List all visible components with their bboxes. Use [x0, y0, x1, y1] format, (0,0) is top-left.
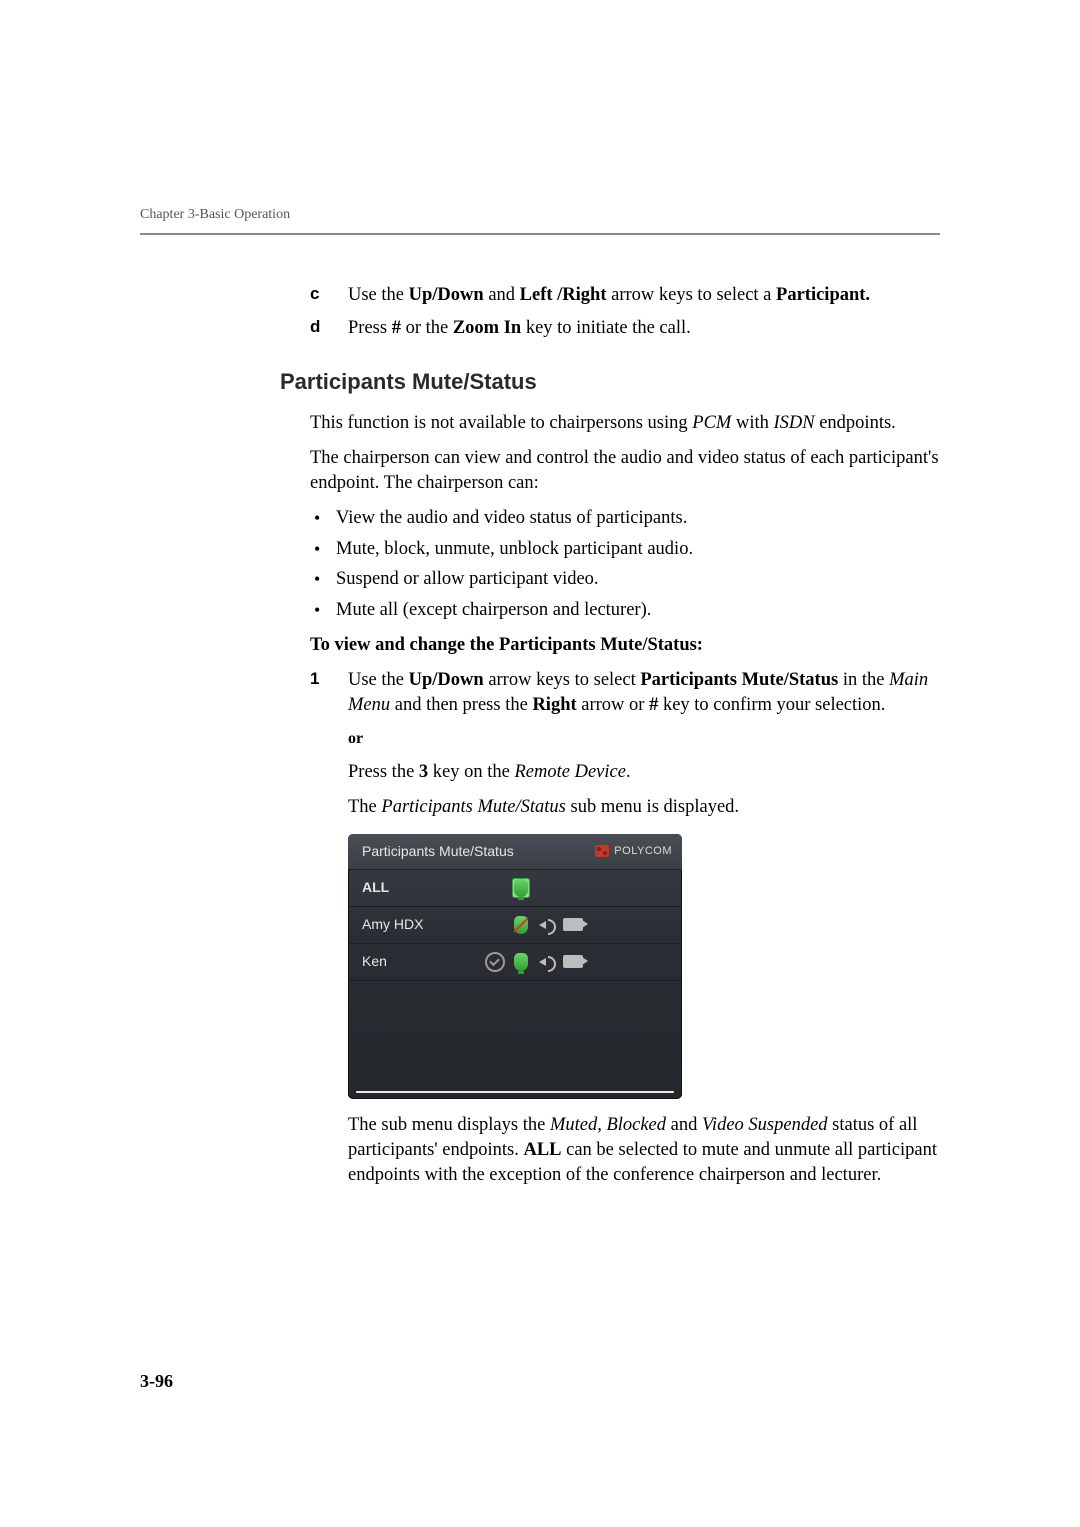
- capability-list: View the audio and video status of parti…: [310, 506, 940, 624]
- text: Left /Right: [520, 285, 607, 305]
- step-1-marker: 1: [310, 668, 348, 718]
- page-number: 3-96: [140, 1371, 173, 1392]
- step-c: c Use the Up/Down and Left /Right arrow …: [310, 283, 940, 308]
- displayed-line: The Participants Mute/Status sub menu is…: [348, 795, 940, 820]
- procedure-title: To view and change the Participants Mute…: [310, 633, 940, 658]
- mic-slot[interactable]: [508, 916, 534, 934]
- list-item: View the audio and video status of parti…: [310, 506, 940, 531]
- text: Participants Mute/Status: [640, 670, 838, 690]
- text: 3: [419, 762, 428, 782]
- text: or the: [401, 318, 453, 338]
- text: arrow or: [577, 695, 649, 715]
- camera-slot[interactable]: [560, 955, 586, 968]
- text: #: [392, 318, 401, 338]
- text: Right: [532, 695, 576, 715]
- text: Zoom In: [453, 318, 521, 338]
- text: key to confirm your selection.: [658, 695, 885, 715]
- panel-row-all[interactable]: ALL: [348, 870, 682, 907]
- row-name: Ken: [362, 952, 482, 971]
- text: key to initiate the call.: [521, 318, 691, 338]
- panel-row-amy[interactable]: Amy HDX: [348, 907, 682, 944]
- text: Participant.: [776, 285, 870, 305]
- microphone-muted-icon: [514, 916, 528, 934]
- content-block: c Use the Up/Down and Left /Right arrow …: [310, 283, 940, 1188]
- header-rule: [140, 233, 940, 235]
- step-c-marker: c: [310, 283, 348, 308]
- text: #: [649, 695, 658, 715]
- step-d-marker: d: [310, 316, 348, 341]
- text: Participants Mute/Status: [381, 797, 565, 817]
- text: endpoints.: [815, 413, 896, 433]
- after-panel-para: The sub menu displays the Muted, Blocked…: [348, 1113, 940, 1188]
- check-circle-icon: [485, 952, 505, 972]
- text: and: [484, 285, 520, 305]
- mic-highlight-icon: [512, 878, 530, 898]
- text: and then press the: [390, 695, 532, 715]
- speaker-icon: [539, 918, 555, 932]
- text: Use the: [348, 670, 409, 690]
- microphone-icon: [514, 879, 528, 897]
- press-3-line: Press the 3 key on the Remote Device.: [348, 760, 940, 785]
- or-label: or: [348, 728, 940, 750]
- text: The: [348, 797, 381, 817]
- brand-text: POLYCOM: [614, 844, 672, 859]
- text: Press: [348, 318, 392, 338]
- text: arrow keys to select a: [607, 285, 777, 305]
- polycom-logo-icon: [595, 845, 609, 857]
- camera-slot[interactable]: [560, 918, 586, 931]
- intro-para-1: This function is not available to chairp…: [310, 411, 940, 436]
- text: Up/Down: [409, 670, 484, 690]
- intro-para-2: The chairperson can view and control the…: [310, 446, 940, 496]
- speaker-icon: [539, 955, 555, 969]
- row-name: Amy HDX: [362, 915, 482, 934]
- panel-title: Participants Mute/Status: [362, 842, 514, 861]
- text: This function is not available to chairp…: [310, 413, 692, 433]
- step-c-text: Use the Up/Down and Left /Right arrow ke…: [348, 283, 940, 308]
- text: sub menu is displayed.: [566, 797, 739, 817]
- text: The sub menu displays the: [348, 1115, 550, 1135]
- text: Remote Device: [514, 762, 625, 782]
- text: ISDN: [773, 413, 814, 433]
- row-name: ALL: [362, 878, 482, 897]
- list-item: Mute all (except chairperson and lecture…: [310, 598, 940, 623]
- panel-row-ken[interactable]: Ken: [348, 944, 682, 981]
- mic-slot[interactable]: [508, 878, 534, 898]
- text: Press the: [348, 762, 419, 782]
- step-d-text: Press # or the Zoom In key to initiate t…: [348, 316, 940, 341]
- text: arrow keys to select: [484, 670, 641, 690]
- mute-status-panel: Participants Mute/Status POLYCOM ALL: [348, 834, 682, 1099]
- step-1: 1 Use the Up/Down arrow keys to select P…: [310, 668, 940, 718]
- speaker-slot[interactable]: [534, 955, 560, 969]
- microphone-icon: [514, 953, 528, 971]
- text: Video Suspended: [702, 1115, 828, 1135]
- camera-icon: [563, 955, 583, 968]
- list-item: Suspend or allow participant video.: [310, 567, 940, 592]
- list-item: Mute, block, unmute, unblock participant…: [310, 537, 940, 562]
- camera-icon: [563, 918, 583, 931]
- text: key on the: [428, 762, 514, 782]
- text: Muted, Blocked: [550, 1115, 666, 1135]
- text: with: [731, 413, 773, 433]
- speaker-slot[interactable]: [534, 918, 560, 932]
- text: PCM: [692, 413, 731, 433]
- brand: POLYCOM: [595, 844, 672, 859]
- text: ALL: [523, 1140, 561, 1160]
- text: .: [626, 762, 631, 782]
- panel-spacer: [348, 981, 682, 1091]
- section-heading: Participants Mute/Status: [280, 367, 940, 397]
- check-slot: [482, 952, 508, 972]
- running-header: Chapter 3-Basic Operation: [140, 207, 940, 223]
- panel-footer-line: [356, 1091, 674, 1093]
- mic-slot[interactable]: [508, 953, 534, 971]
- text: in the: [838, 670, 889, 690]
- text: Up/Down: [409, 285, 484, 305]
- text: and: [666, 1115, 702, 1135]
- submenu-screenshot: Participants Mute/Status POLYCOM ALL: [348, 834, 940, 1099]
- step-1-text: Use the Up/Down arrow keys to select Par…: [348, 668, 940, 718]
- text: Use the: [348, 285, 409, 305]
- panel-header: Participants Mute/Status POLYCOM: [348, 834, 682, 870]
- step-d: d Press # or the Zoom In key to initiate…: [310, 316, 940, 341]
